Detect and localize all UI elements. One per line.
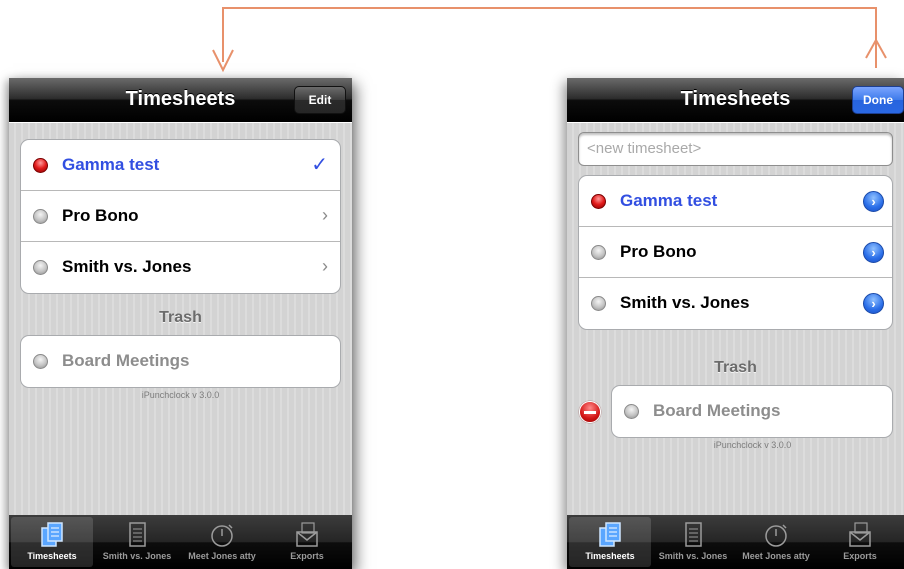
trash-section-header: Trash bbox=[159, 309, 202, 326]
chevron-right-icon: › bbox=[322, 256, 328, 276]
delete-icon[interactable] bbox=[579, 401, 601, 423]
inactive-status-icon bbox=[33, 209, 48, 224]
list-item[interactable]: Gamma test ✓ bbox=[21, 140, 340, 191]
detail-disclosure-icon[interactable]: › bbox=[863, 191, 884, 212]
chevron-right-icon: › bbox=[322, 205, 328, 225]
tab-label: Smith vs. Jones bbox=[102, 551, 172, 561]
tab-smith-vs-jones[interactable]: Smith vs. Jones bbox=[96, 517, 178, 567]
stage: Timesheets Edit Gamma test ✓ Pro Bono › … bbox=[0, 0, 904, 569]
tab-exports[interactable]: Exports bbox=[266, 517, 348, 567]
list-item[interactable]: Board Meetings bbox=[612, 386, 892, 437]
tab-label: Exports bbox=[290, 551, 324, 561]
tab-label: Smith vs. Jones bbox=[658, 551, 728, 561]
tab-label: Meet Jones atty bbox=[188, 551, 256, 561]
navigation-bar: Timesheets Edit bbox=[9, 78, 352, 122]
list-item-label: Smith vs. Jones bbox=[62, 257, 192, 276]
list-item[interactable]: Gamma test › bbox=[579, 176, 892, 227]
inactive-status-icon bbox=[33, 354, 48, 369]
export-icon bbox=[296, 522, 318, 547]
list-item[interactable]: Smith vs. Jones › bbox=[21, 242, 340, 293]
tab-bar: Timesheets Smith vs. Jones Meet Jones at… bbox=[9, 515, 352, 569]
list-item-label: Pro Bono bbox=[62, 206, 139, 225]
edit-button[interactable]: Edit bbox=[294, 86, 346, 114]
timesheets-icon bbox=[41, 522, 63, 547]
list-item-label: Gamma test bbox=[62, 155, 160, 174]
detail-disclosure-icon[interactable]: › bbox=[863, 293, 884, 314]
transition-arrow bbox=[212, 7, 887, 73]
new-timesheet-input[interactable]: <new timesheet> bbox=[578, 132, 893, 166]
detail-disclosure-icon[interactable]: › bbox=[863, 242, 884, 263]
tab-bar: Timesheets Smith vs. Jones Meet Jones at… bbox=[567, 515, 904, 569]
active-status-icon bbox=[33, 158, 48, 173]
tab-label: Timesheets bbox=[27, 551, 77, 561]
tab-smith-vs-jones[interactable]: Smith vs. Jones bbox=[652, 517, 734, 567]
list-item[interactable]: Pro Bono › bbox=[21, 191, 340, 242]
checkmark-icon: ✓ bbox=[311, 154, 328, 176]
version-label: iPunchclock v 3.0.0 bbox=[141, 390, 220, 400]
tab-label: Meet Jones atty bbox=[742, 551, 810, 561]
stopwatch-icon bbox=[765, 524, 787, 547]
inactive-status-icon bbox=[624, 404, 639, 419]
timesheets-screen-editing: Timesheets Done <new timesheet> Gamma te… bbox=[567, 78, 904, 569]
document-icon bbox=[129, 522, 146, 547]
active-status-icon bbox=[591, 194, 606, 209]
done-button[interactable]: Done bbox=[852, 86, 904, 114]
tab-label: Timesheets bbox=[585, 551, 635, 561]
list-item-label: Board Meetings bbox=[62, 351, 190, 370]
tab-label: Exports bbox=[843, 551, 877, 561]
export-icon bbox=[849, 522, 871, 547]
tab-timesheets[interactable]: Timesheets bbox=[569, 517, 651, 567]
list-item[interactable]: Board Meetings bbox=[21, 336, 340, 387]
trash-list: Board Meetings bbox=[611, 385, 893, 438]
list-item-label: Gamma test bbox=[620, 191, 718, 210]
table-view: Gamma test ✓ Pro Bono › Smith vs. Jones … bbox=[9, 123, 352, 515]
tab-timesheets[interactable]: Timesheets bbox=[11, 517, 93, 567]
document-icon bbox=[685, 522, 702, 547]
version-label: iPunchclock v 3.0.0 bbox=[713, 440, 792, 450]
trash-list: Board Meetings bbox=[20, 335, 341, 388]
stopwatch-icon bbox=[211, 524, 233, 547]
list-item-label: Pro Bono bbox=[620, 242, 697, 261]
timesheet-list: Gamma test ✓ Pro Bono › Smith vs. Jones … bbox=[20, 139, 341, 294]
tab-meet-jones-atty[interactable]: Meet Jones atty bbox=[735, 517, 817, 567]
inactive-status-icon bbox=[591, 296, 606, 311]
tab-exports[interactable]: Exports bbox=[819, 517, 901, 567]
list-item[interactable]: Smith vs. Jones › bbox=[579, 278, 892, 329]
navigation-bar: Timesheets Done bbox=[567, 78, 904, 122]
tab-meet-jones-atty[interactable]: Meet Jones atty bbox=[181, 517, 263, 567]
list-item-label: Board Meetings bbox=[653, 401, 781, 420]
inactive-status-icon bbox=[33, 260, 48, 275]
timesheets-screen-normal: Timesheets Edit Gamma test ✓ Pro Bono › … bbox=[9, 78, 352, 569]
timesheets-icon bbox=[599, 522, 621, 547]
trash-section-header: Trash bbox=[714, 359, 757, 376]
list-item[interactable]: Pro Bono › bbox=[579, 227, 892, 278]
inactive-status-icon bbox=[591, 245, 606, 260]
timesheet-list: Gamma test › Pro Bono › Smith vs. Jones … bbox=[578, 175, 893, 330]
table-view: <new timesheet> Gamma test › Pro Bono › … bbox=[567, 123, 904, 515]
list-item-label: Smith vs. Jones bbox=[620, 293, 750, 312]
